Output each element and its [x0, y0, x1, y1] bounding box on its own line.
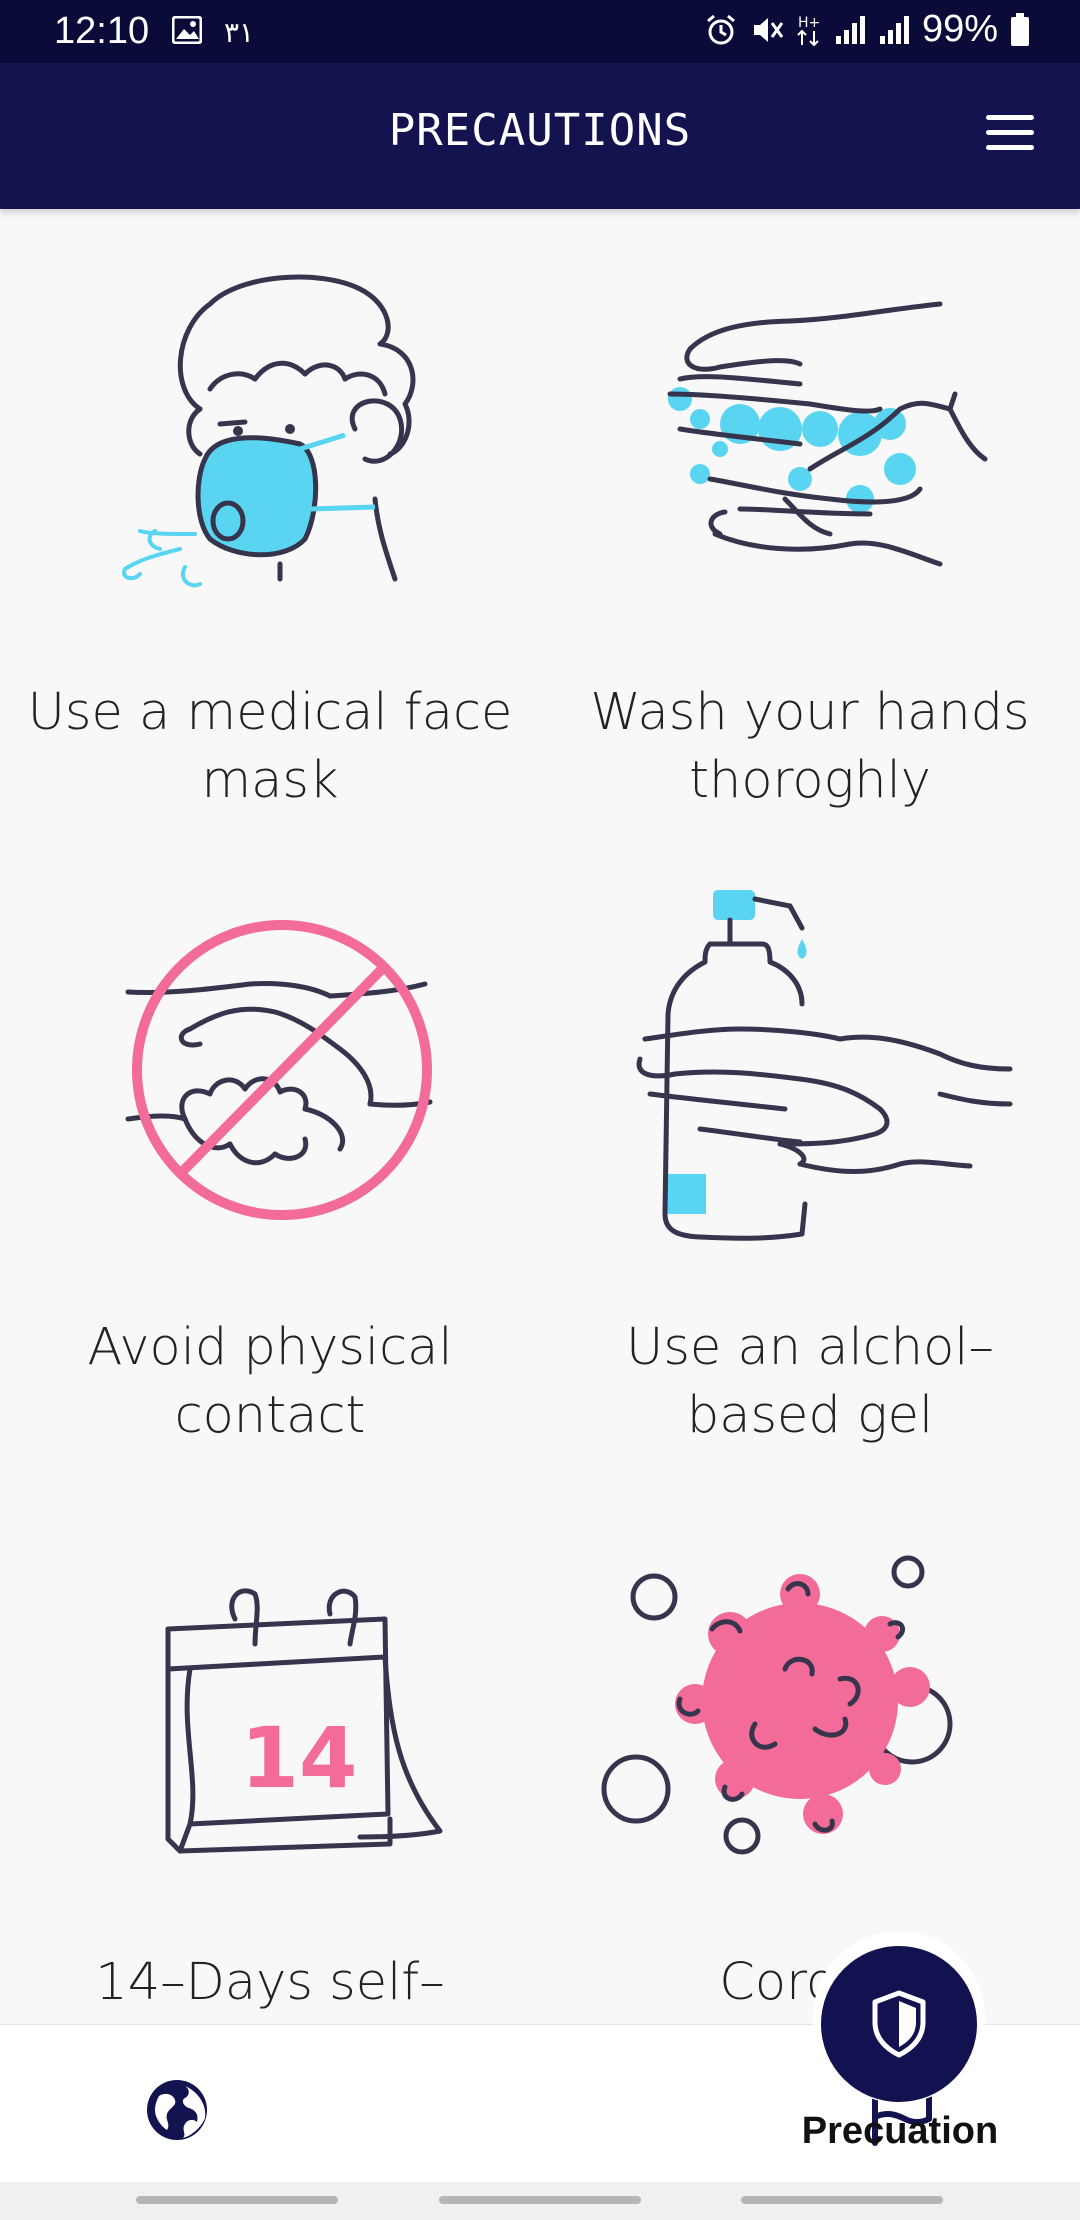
- data-hplus-icon: H+: [797, 15, 820, 46]
- status-date-number: ٣١: [224, 17, 255, 48]
- signal-1-icon: [835, 15, 865, 44]
- page-title: PRECAUTIONS: [388, 105, 692, 156]
- card-label: Avoid physical contact: [87, 1318, 453, 1445]
- precaution-card-corona[interactable]: Corona: [540, 1479, 1080, 2024]
- gallery-icon: [172, 16, 202, 44]
- card-label: Wash your hands thoroghly: [590, 683, 1030, 810]
- precaution-card-mask[interactable]: Use a medical face mask: [0, 209, 540, 844]
- svg-text:H+: H+: [798, 15, 820, 31]
- hand-sanitizer-icon: [636, 890, 1013, 1241]
- gesture-pill[interactable]: [439, 2196, 641, 2204]
- shield-icon: [872, 1990, 926, 2058]
- calendar-icon: 14: [165, 1588, 443, 1854]
- card-label: 14–Days self–: [95, 1953, 445, 2012]
- virus-icon: [601, 1555, 953, 1855]
- precaution-card-avoid-contact[interactable]: Avoid physical contact: [0, 844, 540, 1479]
- precautions-grid: Use a medical face mask Wash your hands …: [0, 209, 1080, 2024]
- calendar-day-number: 14: [241, 1709, 358, 1807]
- mute-icon: [753, 17, 784, 42]
- battery-percent: 99%: [921, 8, 998, 50]
- precaution-card-wash-hands[interactable]: Wash your hands thoroghly: [540, 209, 1080, 844]
- gesture-pill[interactable]: [136, 2196, 338, 2204]
- gesture-pill[interactable]: [741, 2196, 943, 2204]
- precaution-card-self-isolation[interactable]: 14 14–Days self–: [0, 1479, 540, 2024]
- card-label: Use an alchol–based gel: [626, 1318, 994, 1445]
- battery-icon: [1011, 12, 1029, 46]
- nav-label-precaution: Precuation: [801, 2110, 999, 2152]
- gesture-bar: [0, 2182, 1080, 2220]
- nav-item-country[interactable]: [360, 2025, 932, 2183]
- face-mask-icon: [122, 274, 416, 588]
- status-right-group: H+ 99%: [704, 8, 1030, 51]
- alarm-icon: [706, 14, 735, 44]
- hamburger-menu-icon[interactable]: [986, 115, 1042, 155]
- card-label: Corona: [719, 1953, 901, 2012]
- signal-2-icon: [879, 15, 909, 44]
- nav-item-precaution[interactable]: [821, 1946, 977, 2102]
- status-bar: 12:10 ٣١ H+ 99%: [0, 0, 1080, 63]
- globe-icon: [147, 2080, 207, 2140]
- hand-wash-icon: [667, 301, 988, 567]
- nav-item-world[interactable]: [0, 2025, 360, 2183]
- precaution-card-alcohol-gel[interactable]: Use an alchol–based gel: [540, 844, 1080, 1479]
- no-handshake-icon: [125, 920, 433, 1220]
- status-time: 12:10: [54, 10, 150, 52]
- card-label: Use a medical face mask: [27, 683, 513, 810]
- app-bar: PRECAUTIONS: [0, 63, 1080, 209]
